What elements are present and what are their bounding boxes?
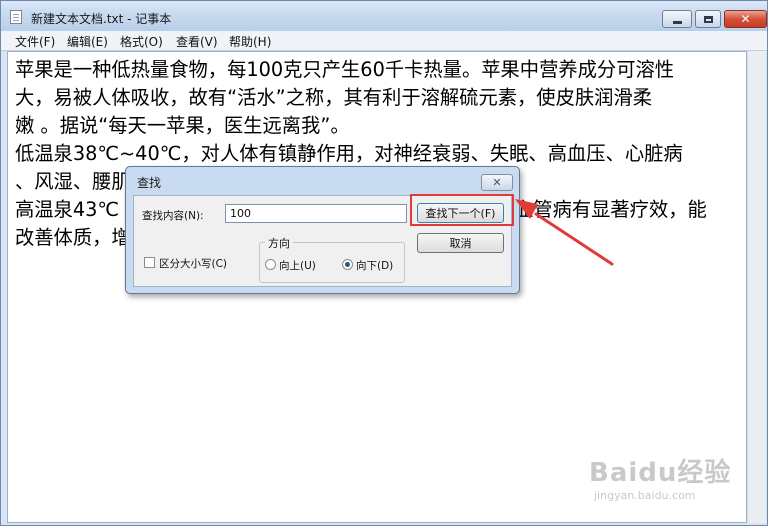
find-dialog: 查找 ✕ 查找内容(N): 查找下一个(F) 取消 方向 向上(U) 向下(D)… xyxy=(125,166,520,294)
direction-label: 方向 xyxy=(265,235,293,251)
minimize-icon xyxy=(672,20,682,24)
dialog-close-button[interactable]: ✕ xyxy=(481,174,513,191)
title-bar[interactable]: 新建文本文档.txt - 记事本 ✕ xyxy=(1,1,767,31)
text-line: 大，易被人体吸收，故有“活水”之称，其有利于溶解硫元素，使皮肤润滑柔 xyxy=(15,86,652,109)
cancel-button[interactable]: 取消 xyxy=(417,233,504,253)
minimize-button[interactable] xyxy=(662,10,692,28)
close-icon: ✕ xyxy=(740,12,751,26)
baidu-watermark: Baidu经验 jingyan.baidu.com xyxy=(589,452,732,502)
match-case-checkbox[interactable] xyxy=(144,257,155,268)
annotation-highlight-box xyxy=(410,194,514,226)
maximize-button[interactable] xyxy=(695,10,721,28)
window-title: 新建文本文档.txt - 记事本 xyxy=(31,12,172,26)
menu-format[interactable]: 格式(O) xyxy=(120,33,163,50)
direction-down-label[interactable]: 向下(D) xyxy=(356,258,393,273)
direction-up-radio[interactable] xyxy=(265,259,276,270)
close-icon: ✕ xyxy=(492,176,502,189)
find-input[interactable] xyxy=(225,204,407,223)
find-what-label: 查找内容(N): xyxy=(142,210,204,222)
text-line: 苹果是一种低热量食物，每100克只产生60千卡热量。苹果中营养成分可溶性 xyxy=(15,58,675,81)
text-line: 低温泉38℃~40℃，对人体有镇静作用，对神经衰弱、失眠、高血压、心脏病 xyxy=(15,142,683,165)
direction-group: 方向 向上(U) 向下(D) xyxy=(259,235,405,283)
watermark-brand: Baidu经验 xyxy=(589,458,732,488)
menu-help[interactable]: 帮助(H) xyxy=(229,33,271,50)
maximize-icon xyxy=(703,15,713,23)
menu-view[interactable]: 查看(V) xyxy=(176,33,218,50)
menu-edit[interactable]: 编辑(E) xyxy=(67,33,108,50)
close-button[interactable]: ✕ xyxy=(724,10,767,28)
dialog-title: 查找 xyxy=(137,176,162,190)
menu-bar: 文件(F) 编辑(E) 格式(O) 查看(V) 帮助(H) xyxy=(1,31,767,51)
menu-file[interactable]: 文件(F) xyxy=(15,33,55,50)
vertical-scrollbar[interactable] xyxy=(747,51,766,523)
text-line: 高温泉43℃ xyxy=(15,198,120,221)
notepad-icon xyxy=(10,10,22,24)
text-line: 嫩 。据说“每天一苹果，医生远离我”。 xyxy=(15,114,350,137)
direction-down-radio[interactable] xyxy=(342,259,353,270)
text-line: 、风湿、腰肌 xyxy=(15,170,131,193)
match-case-label[interactable]: 区分大小写(C) xyxy=(159,256,227,271)
text-line: 血管病有显著疗效，能 xyxy=(514,198,707,221)
watermark-url: jingyan.baidu.com xyxy=(594,489,696,502)
text-line: 改善体质，增 xyxy=(15,226,131,249)
direction-up-label[interactable]: 向上(U) xyxy=(279,258,316,273)
